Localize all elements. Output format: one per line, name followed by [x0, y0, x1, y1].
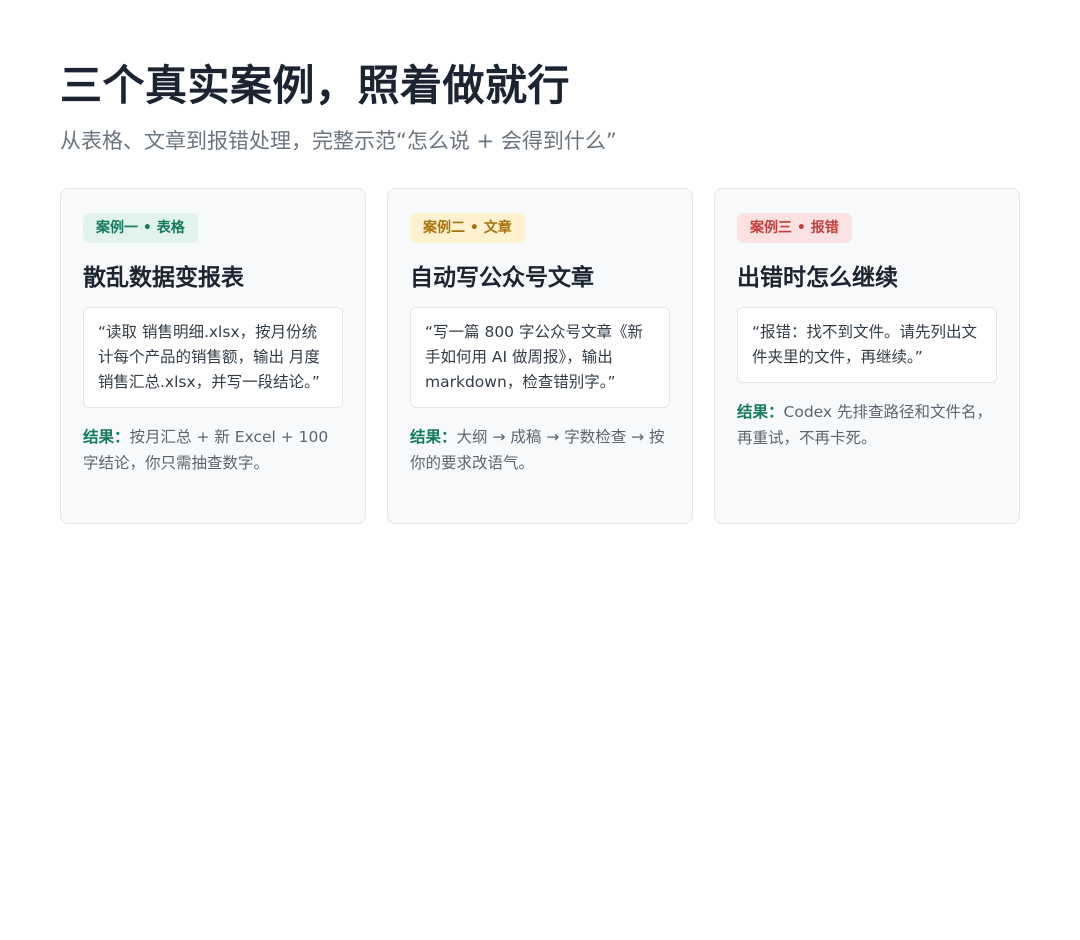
- case-cards: 案例一 • 表格 散乱数据变报表 “读取 销售明细.xlsx，按月份统计每个产品…: [60, 188, 1020, 524]
- result-text: 结果：Codex 先排查路径和文件名，再重试，不再卡死。: [737, 399, 997, 451]
- result-label: 结果：: [83, 428, 130, 446]
- prompt-quote: “写一篇 800 字公众号文章《新手如何用 AI 做周报》，输出 markdow…: [410, 307, 670, 408]
- result-label: 结果：: [737, 403, 784, 421]
- page-title: 三个真实案例，照着做就行: [60, 61, 571, 110]
- case-card-article: 案例二 • 文章 自动写公众号文章 “写一篇 800 字公众号文章《新手如何用 …: [387, 188, 693, 524]
- prompt-quote: “读取 销售明细.xlsx，按月份统计每个产品的销售额，输出 月度销售汇总.xl…: [83, 307, 343, 408]
- case-badge: 案例二 • 文章: [410, 213, 525, 243]
- page: 三个真实案例，照着做就行 从表格、文章到报错处理，完整示范“怎么说 + 会得到什…: [0, 0, 1080, 940]
- case-badge: 案例三 • 报错: [737, 213, 852, 243]
- result-text: 结果：按月汇总 + 新 Excel + 100 字结论，你只需抽查数字。: [83, 424, 343, 476]
- result-text: 结果：大纲 → 成稿 → 字数检查 → 按你的要求改语气。: [410, 424, 670, 476]
- result-label: 结果：: [410, 428, 457, 446]
- prompt-quote: “报错：找不到文件。请先列出文件夹里的文件，再继续。”: [737, 307, 997, 383]
- page-subtitle: 从表格、文章到报错处理，完整示范“怎么说 + 会得到什么”: [60, 129, 617, 153]
- card-title: 自动写公众号文章: [410, 265, 594, 291]
- card-title: 散乱数据变报表: [83, 265, 244, 291]
- case-badge: 案例一 • 表格: [83, 213, 198, 243]
- case-card-spreadsheet: 案例一 • 表格 散乱数据变报表 “读取 销售明细.xlsx，按月份统计每个产品…: [60, 188, 366, 524]
- card-title: 出错时怎么继续: [737, 265, 898, 291]
- case-card-error: 案例三 • 报错 出错时怎么继续 “报错：找不到文件。请先列出文件夹里的文件，再…: [714, 188, 1020, 524]
